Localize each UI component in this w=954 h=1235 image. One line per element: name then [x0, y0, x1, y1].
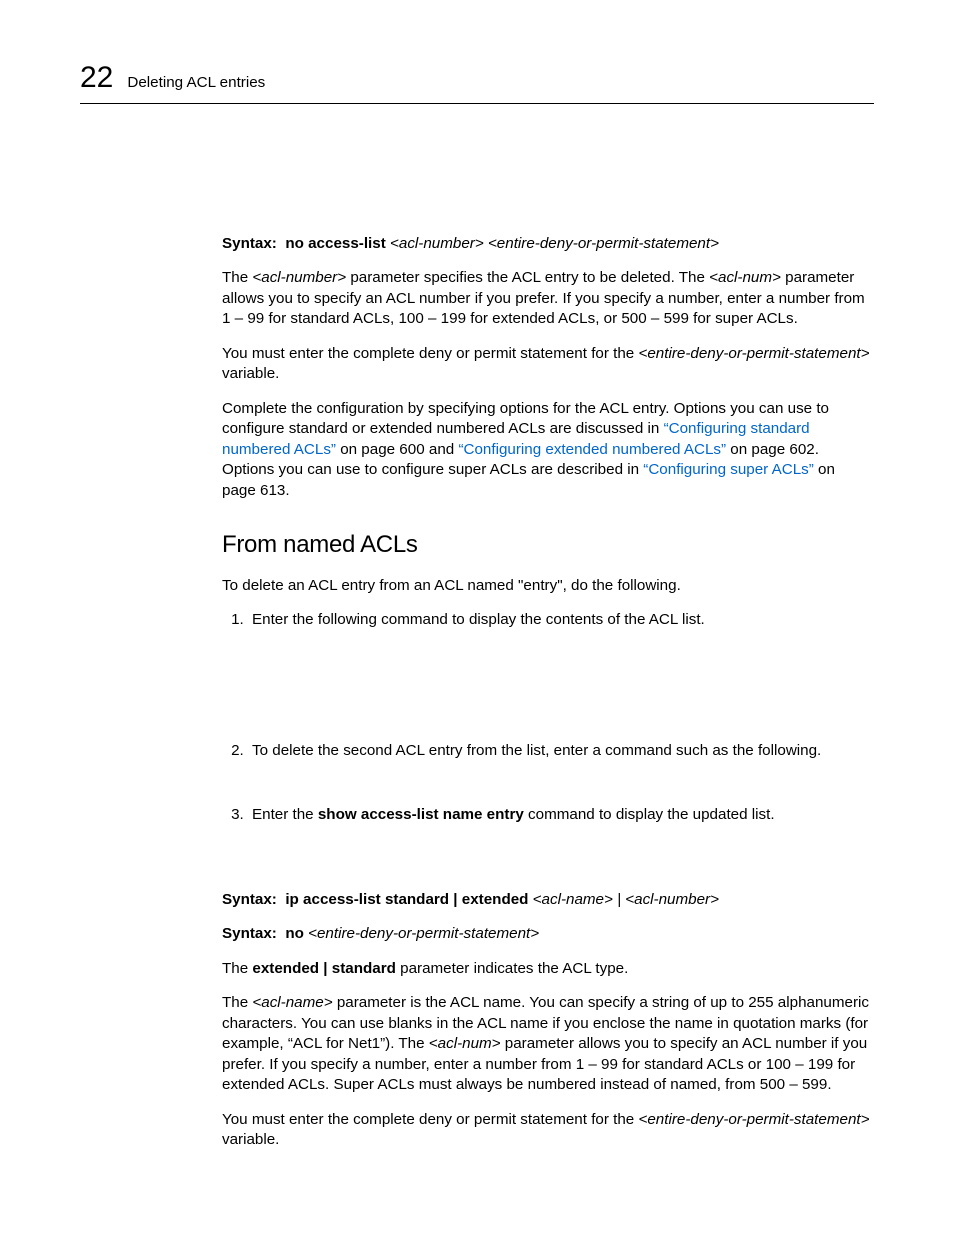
syntax-args: <acl-name> | <acl-number>	[533, 891, 719, 908]
syntax-cmd: ip access-list standard | extended	[285, 891, 532, 908]
text: on page 600 and	[336, 441, 458, 458]
syntax-line-2: Syntax: ip access-list standard | extend…	[222, 890, 870, 911]
paragraph: Complete the configuration by specifying…	[222, 399, 870, 502]
paragraph: The extended | standard parameter indica…	[222, 959, 870, 980]
syntax-args: <entire-deny-or-permit-statement>	[308, 925, 539, 942]
step-text: Enter the following command to display t…	[252, 611, 705, 628]
text: parameter indicates the ACL type.	[396, 960, 628, 977]
step-text: To delete the second ACL entry from the …	[252, 742, 821, 759]
paragraph: The <acl-number> parameter specifies the…	[222, 268, 870, 330]
paragraph: You must enter the complete deny or perm…	[222, 344, 870, 385]
xref-link[interactable]: “Configuring super ACLs”	[643, 461, 814, 478]
param: <entire-deny-or-permit-statement>	[638, 1111, 869, 1128]
text: variable.	[222, 365, 279, 382]
param: <entire-deny-or-permit-statement>	[638, 345, 869, 362]
spacer	[252, 761, 870, 791]
content: Syntax: no access-list <acl-number> <ent…	[222, 234, 870, 1151]
paragraph: To delete an ACL entry from an ACL named…	[222, 576, 870, 597]
page: 22 Deleting ACL entries Syntax: no acces…	[0, 0, 954, 1225]
text: The	[222, 994, 252, 1011]
syntax-args: <acl-number> <entire-deny-or-permit-stat…	[390, 235, 719, 252]
spacer	[252, 631, 870, 727]
syntax-cmd: no access-list	[285, 235, 390, 252]
param: <acl-num>	[709, 269, 781, 286]
param: <acl-name>	[252, 994, 332, 1011]
step-text: Enter the	[252, 806, 318, 823]
command-name: show access-list name entry	[318, 806, 524, 823]
param: <acl-number>	[252, 269, 346, 286]
param-bold: extended | standard	[252, 960, 396, 977]
section-heading: From named ACLs	[222, 529, 870, 561]
spacer	[222, 840, 870, 890]
syntax-label: Syntax:	[222, 891, 277, 908]
syntax-line-3: Syntax: no <entire-deny-or-permit-statem…	[222, 924, 870, 945]
syntax-cmd: no	[285, 925, 308, 942]
header-title: Deleting ACL entries	[127, 73, 265, 94]
param: <acl-num>	[429, 1035, 501, 1052]
syntax-line-1: Syntax: no access-list <acl-number> <ent…	[222, 234, 870, 255]
chapter-number: 22	[80, 58, 113, 99]
text: The	[222, 960, 252, 977]
list-item: Enter the following command to display t…	[248, 610, 870, 727]
step-text: command to display the updated list.	[524, 806, 775, 823]
ordered-list: Enter the following command to display t…	[222, 610, 870, 826]
syntax-label: Syntax:	[222, 925, 277, 942]
xref-link[interactable]: “Configuring extended numbered ACLs”	[458, 441, 726, 458]
text: variable.	[222, 1131, 279, 1148]
list-item: To delete the second ACL entry from the …	[248, 741, 870, 792]
text: You must enter the complete deny or perm…	[222, 1111, 638, 1128]
page-header: 22 Deleting ACL entries	[80, 58, 874, 104]
paragraph: You must enter the complete deny or perm…	[222, 1110, 870, 1151]
syntax-label: Syntax:	[222, 235, 277, 252]
text: You must enter the complete deny or perm…	[222, 345, 638, 362]
list-item: Enter the show access-list name entry co…	[248, 805, 870, 826]
paragraph: The <acl-name> parameter is the ACL name…	[222, 993, 870, 1096]
text: The	[222, 269, 252, 286]
text: parameter specifies the ACL entry to be …	[346, 269, 709, 286]
